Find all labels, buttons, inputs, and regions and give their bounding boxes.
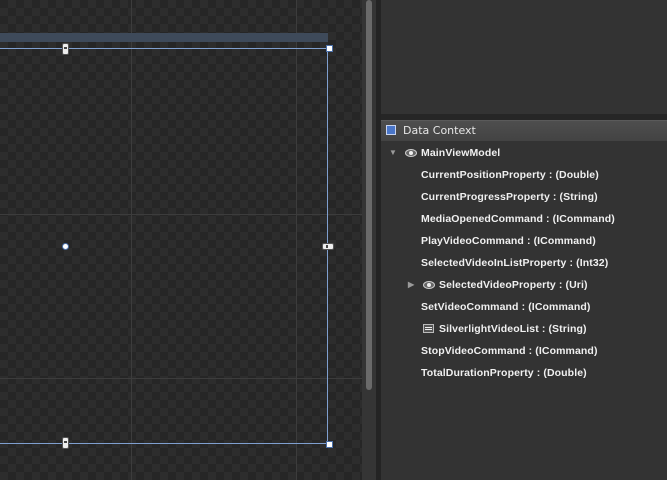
data-panel: Data Context ▼ MainViewModel CurrentPosi… — [381, 0, 667, 480]
center-point-handle[interactable] — [62, 243, 69, 250]
data-context-title: Data Context — [403, 124, 476, 137]
object-eye-icon — [405, 149, 417, 157]
resize-handle-right[interactable] — [322, 243, 334, 250]
element-top-bar[interactable] — [0, 33, 328, 42]
resize-handle-bottom-right[interactable] — [326, 441, 333, 448]
list-icon — [423, 324, 434, 333]
resize-handle-top[interactable] — [62, 43, 69, 55]
resize-handle-bottom[interactable] — [62, 437, 69, 449]
tree-item-label: SelectedVideoProperty : (Uri) — [439, 279, 588, 291]
tree-item-label: MainViewModel — [421, 147, 501, 159]
data-context-icon — [386, 125, 396, 135]
tree-item-label: StopVideoCommand : (ICommand) — [421, 345, 598, 357]
tree-item-label: PlayVideoCommand : (ICommand) — [421, 235, 596, 247]
tree-item-label: SelectedVideoInListProperty : (Int32) — [421, 257, 609, 269]
tree-item-label: SilverlightVideoList : (String) — [439, 323, 587, 335]
data-context-header[interactable]: Data Context — [381, 120, 667, 141]
selection-box[interactable] — [0, 48, 328, 444]
resize-handle-top-right[interactable] — [326, 45, 333, 52]
tree-item-label: MediaOpenedCommand : (ICommand) — [421, 213, 615, 225]
tree-item-label: TotalDurationProperty : (Double) — [421, 367, 587, 379]
tree-item-label: CurrentProgressProperty : (String) — [421, 191, 598, 203]
tree-item-label: CurrentPositionProperty : (Double) — [421, 169, 599, 181]
expand-arrow-icon[interactable]: ▶ — [408, 275, 414, 295]
tree-item-property[interactable]: SilverlightVideoList : (String) — [381, 319, 667, 339]
tree-item-property[interactable]: ▶ SelectedVideoProperty : (Uri) — [381, 275, 667, 295]
object-eye-icon — [423, 281, 435, 289]
design-canvas[interactable] — [0, 0, 362, 480]
expand-arrow-icon[interactable]: ▼ — [389, 143, 397, 163]
tree-item-label: SetVideoCommand : (ICommand) — [421, 301, 591, 313]
canvas-scrollbar-thumb[interactable] — [366, 0, 372, 390]
tree-item-root[interactable]: ▼ MainViewModel — [381, 143, 667, 163]
upper-panel-area — [381, 0, 667, 114]
